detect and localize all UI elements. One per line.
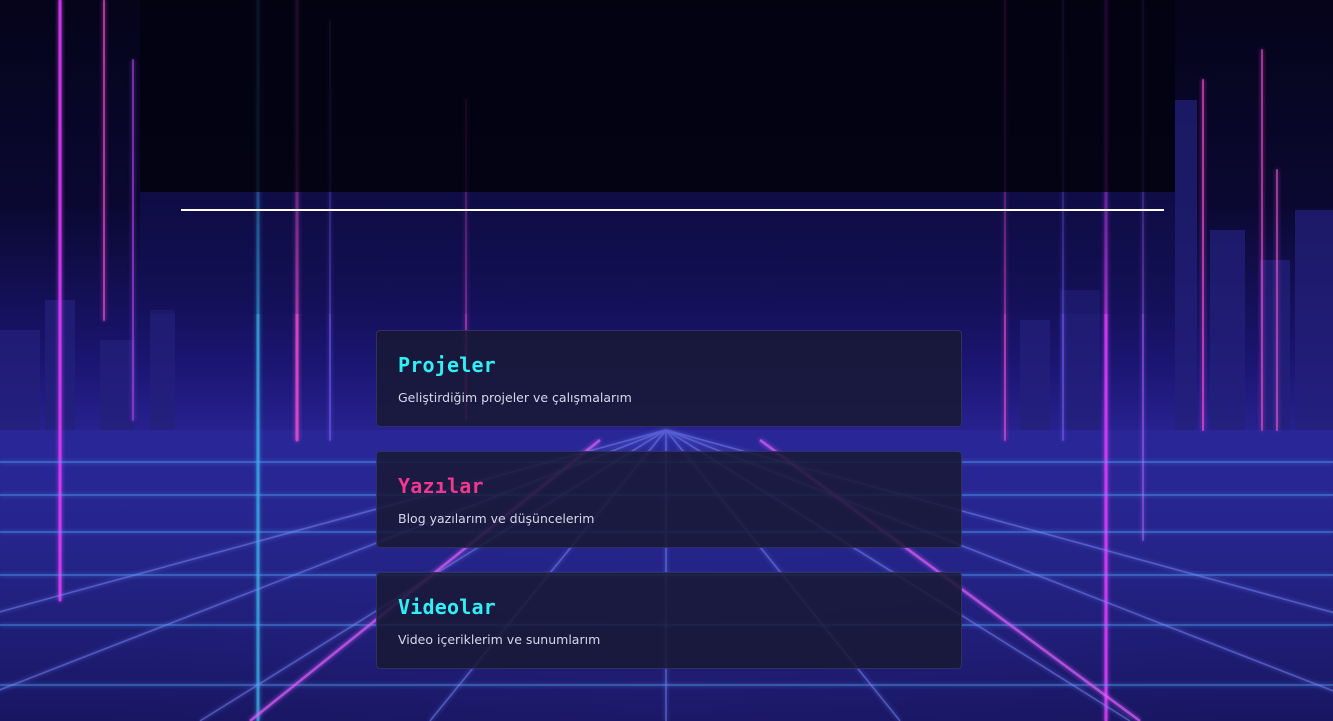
header-shade — [140, 0, 1175, 192]
card-projeler[interactable]: Projeler Geliştirdiğim projeler ve çalış… — [376, 330, 962, 427]
card-yazilar[interactable]: Yazılar Blog yazılarım ve düşüncelerim — [376, 451, 962, 548]
card-description: Geliştirdiğim projeler ve çalışmalarım — [398, 390, 632, 405]
card-description: Blog yazılarım ve düşüncelerim — [398, 511, 595, 526]
card-title: Yazılar — [398, 474, 484, 498]
card-videolar[interactable]: Videolar Video içeriklerim ve sunumlarım — [376, 572, 962, 669]
page: Projeler Geliştirdiğim projeler ve çalış… — [0, 0, 1333, 721]
header-divider — [181, 209, 1164, 211]
card-title: Videolar — [398, 595, 496, 619]
card-title: Projeler — [398, 353, 496, 377]
card-description: Video içeriklerim ve sunumlarım — [398, 632, 601, 647]
